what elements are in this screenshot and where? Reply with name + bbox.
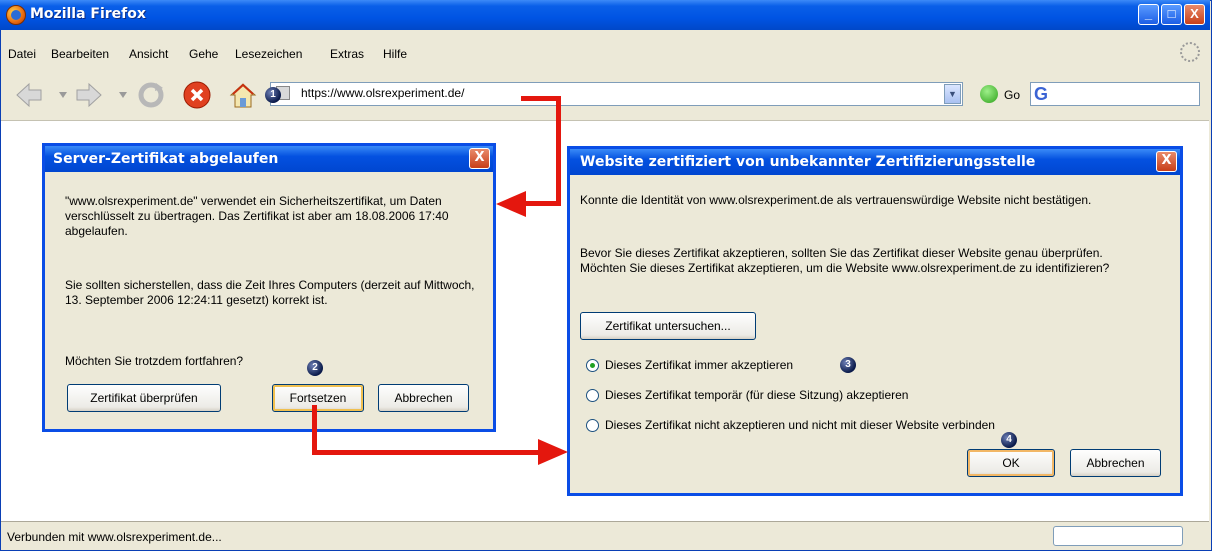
step-badge-1: 1 xyxy=(265,87,281,103)
reload-icon[interactable] xyxy=(136,80,166,110)
step-badge-3: 3 xyxy=(840,357,856,373)
identity-message: Konnte die Identität von www.olsrexperim… xyxy=(580,193,1092,207)
dialog-close-button[interactable]: X xyxy=(469,148,490,169)
search-input[interactable] xyxy=(1030,82,1200,106)
continue-button[interactable]: Fortsetzen xyxy=(272,384,364,412)
ok-button[interactable]: OK xyxy=(967,449,1055,477)
cancel-button[interactable]: Abbrechen xyxy=(378,384,469,412)
menu-datei[interactable]: Datei xyxy=(8,47,36,61)
step-badge-2: 2 xyxy=(307,360,323,376)
title-bar: Mozilla Firefox _ □ X xyxy=(0,0,1210,30)
forward-arrow-icon[interactable] xyxy=(74,80,104,110)
status-text: Verbunden mit www.olsrexperiment.de... xyxy=(7,530,222,544)
url-text[interactable]: https://www.olsrexperiment.de/ xyxy=(301,86,464,100)
annotation-arrowhead-right-icon xyxy=(538,439,568,465)
annotation-arrow-line xyxy=(522,201,561,206)
step-badge-4: 4 xyxy=(1001,432,1017,448)
dialog-close-button[interactable]: X xyxy=(1156,151,1177,172)
dialog-title: Server-Zertifikat abgelaufen xyxy=(53,151,279,167)
menu-extras[interactable]: Extras xyxy=(330,47,364,61)
annotation-arrow-line xyxy=(312,405,317,455)
dialog-title-bar: Website zertifiziert von unbekannter Zer… xyxy=(570,149,1180,175)
expired-certificate-dialog: Server-Zertifikat abgelaufen X "www.olsr… xyxy=(42,143,496,432)
radio-temporary-accept[interactable] xyxy=(586,389,599,402)
option-do-not-accept-label[interactable]: Dieses Zertifikat nicht akzeptieren und … xyxy=(605,418,995,432)
status-progress-box xyxy=(1053,526,1183,546)
menu-lesezeichen[interactable]: Lesezeichen xyxy=(235,47,302,61)
dialog-title-bar: Server-Zertifikat abgelaufen X xyxy=(45,146,493,172)
annotation-arrow-line xyxy=(556,96,561,206)
menu-bar xyxy=(1,30,1209,70)
menu-bearbeiten[interactable]: Bearbeiten xyxy=(51,47,109,61)
unknown-ca-dialog: Website zertifiziert von unbekannter Zer… xyxy=(567,146,1183,496)
firefox-logo-icon xyxy=(6,5,26,25)
expired-message: "www.olsrexperiment.de" verwendet ein Si… xyxy=(65,194,449,238)
back-arrow-icon[interactable] xyxy=(14,80,44,110)
annotation-arrow-line xyxy=(521,96,561,101)
go-icon[interactable] xyxy=(980,85,998,103)
minimize-button[interactable]: _ xyxy=(1138,4,1159,25)
option-always-accept-label[interactable]: Dieses Zertifikat immer akzeptieren xyxy=(605,358,793,372)
examine-certificate-button[interactable]: Zertifikat untersuchen... xyxy=(580,312,756,340)
throbber-icon xyxy=(1180,42,1200,62)
close-button[interactable]: X xyxy=(1184,4,1205,25)
accept-warning-message: Bevor Sie dieses Zertifikat akzeptieren,… xyxy=(580,246,1110,275)
check-certificate-button[interactable]: Zertifikat überprüfen xyxy=(67,384,221,412)
stop-icon[interactable] xyxy=(182,80,212,110)
back-dropdown-icon[interactable] xyxy=(58,91,68,99)
window-title: Mozilla Firefox xyxy=(30,6,146,22)
radio-always-accept[interactable] xyxy=(586,359,599,372)
option-temporary-accept-label[interactable]: Dieses Zertifikat temporär (für diese Si… xyxy=(605,388,908,402)
home-icon[interactable] xyxy=(228,80,258,110)
forward-dropdown-icon[interactable] xyxy=(118,91,128,99)
menu-hilfe[interactable]: Hilfe xyxy=(383,47,407,61)
cancel-button[interactable]: Abbrechen xyxy=(1070,449,1161,477)
radio-do-not-accept[interactable] xyxy=(586,419,599,432)
continue-question: Möchten Sie trotzdem fortfahren? xyxy=(65,354,244,368)
menu-ansicht[interactable]: Ansicht xyxy=(129,47,168,61)
google-search-icon[interactable]: G xyxy=(1034,84,1048,105)
annotation-arrowhead-left-icon xyxy=(496,191,526,217)
menu-gehe[interactable]: Gehe xyxy=(189,47,218,61)
maximize-button[interactable]: □ xyxy=(1161,4,1182,25)
url-dropdown-icon[interactable]: ▼ xyxy=(944,84,961,104)
time-check-message: Sie sollten sicherstellen, dass die Zeit… xyxy=(65,278,475,307)
go-label[interactable]: Go xyxy=(1004,88,1020,102)
dialog-title: Website zertifiziert von unbekannter Zer… xyxy=(580,154,1036,170)
annotation-arrow-line xyxy=(312,450,542,455)
